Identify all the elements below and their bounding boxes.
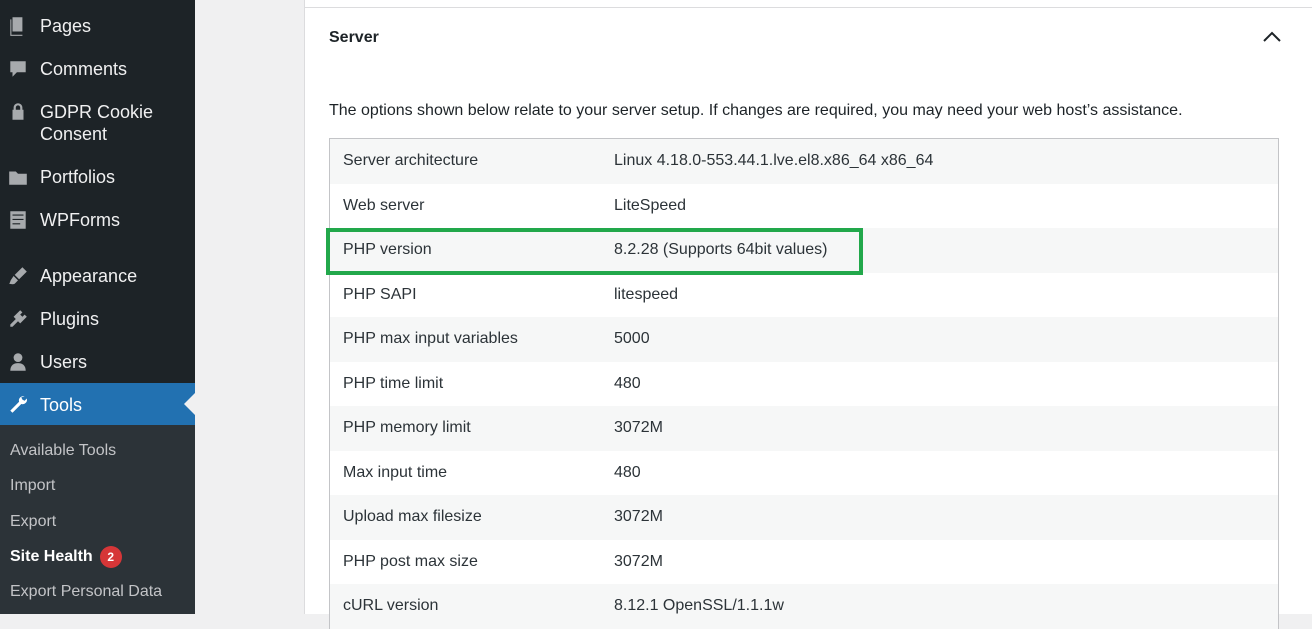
row-key: PHP max input variables: [343, 330, 518, 348]
row-key: Upload max filesize: [343, 508, 482, 526]
row-key: PHP version: [343, 241, 432, 259]
table-row: PHP max input variables 5000: [330, 317, 1278, 362]
row-value: 3072M: [614, 419, 663, 437]
row-value: 8.12.1 OpenSSL/1.1.1w: [614, 597, 784, 615]
row-value: 3072M: [614, 552, 663, 570]
table-row: Max input time 480: [330, 450, 1278, 495]
table-row: Web server LiteSpeed: [330, 183, 1278, 228]
divider: [305, 7, 1312, 8]
notification-badge: 2: [99, 546, 122, 568]
server-info-table: Server architecture Linux 4.18.0-553.44.…: [329, 138, 1279, 629]
lock-icon: [6, 100, 30, 124]
sidebar-item-label: Users: [40, 352, 88, 372]
plugin-icon: [6, 307, 30, 331]
sidebar-item-wpforms[interactable]: WPForms: [0, 208, 195, 232]
row-value: Linux 4.18.0-553.44.1.lve.el8.x86_64 x86…: [614, 152, 934, 170]
comments-icon: [6, 57, 30, 81]
row-key: cURL version: [343, 597, 439, 615]
submenu-item-export[interactable]: Export: [10, 512, 56, 532]
table-row: PHP time limit 480: [330, 361, 1278, 406]
row-key: Web server: [343, 196, 425, 214]
submenu-item-label: Available Tools: [10, 442, 117, 459]
section-title[interactable]: Server: [329, 29, 379, 47]
sidebar-item-plugins[interactable]: Plugins: [0, 307, 195, 331]
table-row: PHP memory limit 3072M: [330, 406, 1278, 451]
pages-icon: [6, 14, 30, 38]
table-row: Upload max filesize 3072M: [330, 495, 1278, 540]
row-value: 480: [614, 374, 641, 392]
submenu-item-export-personal-data[interactable]: Export Personal Data: [10, 582, 162, 602]
chevron-up-icon: [1263, 31, 1281, 42]
row-value: 480: [614, 463, 641, 481]
table-row: PHP post max size 3072M: [330, 539, 1278, 584]
row-key: PHP time limit: [343, 374, 444, 392]
forms-icon: [6, 208, 30, 232]
submenu-item-label: Site Health: [10, 548, 93, 565]
submenu-item-available-tools[interactable]: Available Tools: [10, 441, 116, 461]
sidebar-item-label: Plugins: [40, 309, 100, 329]
row-value: 3072M: [614, 508, 663, 526]
table-row: PHP version 8.2.28 (Supports 64bit value…: [330, 228, 1278, 273]
sidebar-item-label: WPForms: [40, 210, 120, 230]
user-icon: [6, 350, 30, 374]
sidebar-item-comments[interactable]: Comments: [0, 57, 195, 81]
table-row: cURL version 8.12.1 OpenSSL/1.1.1w: [330, 584, 1278, 629]
sidebar-item-label: Comments: [40, 59, 128, 79]
folder-icon: [6, 165, 30, 189]
sidebar-item-label: Appearance: [40, 266, 138, 286]
row-key: PHP SAPI: [343, 285, 417, 303]
tools-submenu: Available Tools Import Export Site Healt…: [0, 425, 195, 614]
sidebar-item-users[interactable]: Users: [0, 350, 195, 374]
submenu-item-label: Import: [10, 477, 56, 494]
submenu-item-site-health[interactable]: Site Health 2: [10, 546, 122, 568]
sidebar-item-label: Pages: [40, 16, 92, 36]
submenu-item-label: Export: [10, 513, 57, 530]
collapse-button[interactable]: [1261, 26, 1283, 48]
server-info-panel: Server The options shown below relate to…: [304, 0, 1312, 629]
brush-icon: [6, 264, 30, 288]
row-key: Max input time: [343, 463, 448, 481]
table-row: Server architecture Linux 4.18.0-553.44.…: [330, 139, 1278, 184]
row-value: LiteSpeed: [614, 196, 687, 214]
sidebar-item-label: Tools: [40, 394, 83, 415]
row-key: PHP memory limit: [343, 419, 471, 437]
row-key: PHP post max size: [343, 552, 478, 570]
admin-sidebar: Pages Comments GDPR Cookie Consent Portf…: [0, 0, 195, 614]
sidebar-item-pages[interactable]: Pages: [0, 14, 195, 38]
row-key: Server architecture: [343, 152, 479, 170]
sidebar-item-gdpr-cookie-consent[interactable]: GDPR Cookie Consent: [0, 100, 195, 146]
row-value: litespeed: [614, 285, 679, 303]
sidebar-item-label: GDPR Cookie Consent: [40, 102, 154, 144]
sidebar-item-appearance[interactable]: Appearance: [0, 264, 195, 288]
wrench-icon: [6, 392, 30, 416]
section-description: The options shown below relate to your s…: [329, 102, 1183, 119]
row-value: 8.2.28 (Supports 64bit values): [614, 241, 828, 259]
table-row: PHP SAPI litespeed: [330, 272, 1278, 317]
current-menu-arrow: [184, 393, 195, 415]
sidebar-item-tools[interactable]: Tools: [0, 383, 195, 425]
sidebar-item-label: Portfolios: [40, 167, 116, 187]
row-value: 5000: [614, 330, 650, 348]
submenu-item-label: Export Personal Data: [10, 583, 163, 600]
sidebar-item-portfolios[interactable]: Portfolios: [0, 165, 195, 189]
submenu-item-import[interactable]: Import: [10, 476, 55, 496]
